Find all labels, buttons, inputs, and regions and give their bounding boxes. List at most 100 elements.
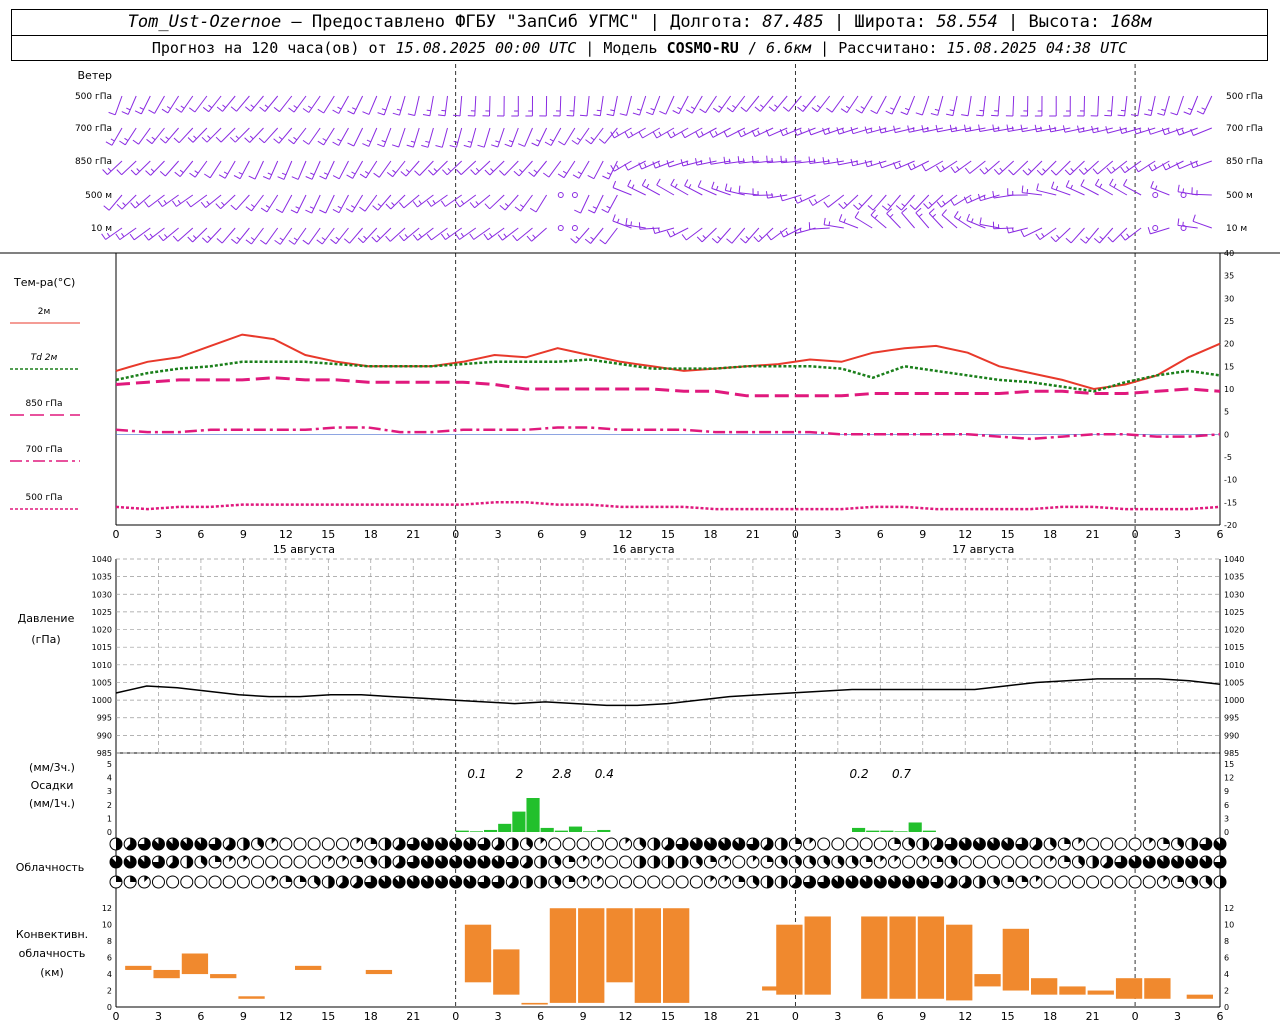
conv-ytick-left-2: 8 [107,937,112,946]
conv-bar-10 [549,908,577,1003]
pres-ytick-left-7: 1005 [92,678,112,687]
wind-barb-3-77 [1191,187,1212,196]
pres-ytick-right-3: 1025 [1224,608,1244,617]
wind-level-right-0: 500 гПа [1226,92,1263,102]
cloud-symbol-2-5 [180,875,194,889]
wind-barb-0-51 [826,95,845,113]
wind-barb-3-12 [275,194,293,214]
conv-label-3: (км) [40,966,64,979]
pres-ytick-left-3: 1025 [92,608,112,617]
cloud-symbol-0-51 [831,837,845,851]
wind-barb-1-13 [287,127,307,145]
pres-axis-label: Давление [18,612,75,625]
wind-barb-1-21 [406,127,420,148]
cloud-fill-1-37 [639,856,646,868]
wind-barb-3-63 [992,191,1014,199]
cloud-symbol-1-14 [307,855,321,869]
wind-barb-0-32 [566,95,576,117]
conv-xtick-11: 9 [580,1010,587,1023]
precip-bar-1 [469,831,483,832]
wind-barb-0-58 [930,95,944,116]
conv-xtick-23: 21 [1086,1010,1100,1023]
wind-barb-1-1 [119,127,137,146]
wind-barb-1-20 [391,127,406,148]
wind-barb-1-72 [1119,126,1142,134]
cloud-fill-0-47 [781,838,788,850]
wind-barb-4-16 [330,227,349,245]
cloud-symbol-1-64 [1015,855,1029,869]
wind-barb-2-8 [218,160,236,179]
conv-ytick-right-3: 6 [1224,954,1229,963]
wind-level-right-3: 500 м [1226,191,1253,201]
pres-ytick-right-5: 1015 [1224,643,1244,652]
cloud-fill-2-30 [540,876,547,888]
wind-barb-3-43 [711,181,731,196]
cloud-symbol-1-10 [251,855,265,869]
temp-ytick-3: 25 [1224,317,1234,326]
wind-level-left-4: 10 м [91,224,112,234]
wind-barb-3-61 [963,194,986,204]
precip-total-1: 2 [516,767,524,781]
wind-barb-3-76 [1177,184,1198,196]
cloud-fill-0-19 [384,838,391,851]
cloud-fill-2-75 [1177,876,1184,882]
conv-ytick-right-0: 12 [1224,904,1234,913]
cloud-symbol-0-33 [576,837,590,851]
wind-barb-2-5 [174,160,194,177]
wind-barb-3-17 [345,194,364,213]
wind-barb-1-34 [585,127,604,145]
wind-barb-3-30 [529,194,548,213]
wind-barb-3-65 [1021,185,1043,196]
wind-barb-0-13 [288,95,307,113]
wind-barb-0-53 [855,95,873,114]
cloud-fill-2-15 [328,876,335,888]
wind-barb-0-16 [332,95,349,114]
pres-ytick-right-2: 1030 [1224,590,1244,599]
pres-ytick-right-7: 1005 [1224,678,1244,687]
temp-ytick-8: 0 [1224,430,1229,439]
conv-bar-18 [861,916,888,999]
cloud-symbol-0-50 [817,837,831,851]
cloud-symbol-0-12 [279,837,293,851]
pres-ytick-left-6: 1010 [92,661,112,670]
wind-barb-1-25 [463,127,477,148]
conv-xtick-22: 18 [1043,1010,1057,1023]
cloud-fill-0-74 [1163,838,1170,844]
wind-barb-3-69 [1080,179,1099,196]
conv-ytick-left-0: 12 [102,904,112,913]
wind-barb-4-47 [766,227,788,241]
temp-ytick-7: 5 [1224,408,1229,417]
cloud-fill-1-42 [710,856,717,862]
wind-barb-2-54 [864,159,887,168]
wind-barb-3-15 [319,194,335,214]
cloud-symbol-0-14 [307,837,321,851]
temp-ytick-4: 20 [1224,340,1234,349]
wind-barb-1-22 [421,127,434,148]
wind-barb-1-23 [435,127,448,148]
cloud-symbol-0-34 [590,837,604,851]
wind-barb-0-41 [685,95,703,114]
conv-xtick-16: 0 [792,1010,799,1023]
wind-barb-0-23 [438,95,448,117]
conv-xtick-14: 18 [703,1010,717,1023]
prec-ytick-right-5: 15 [1224,760,1234,769]
precip-total-0: 0.1 [467,767,486,781]
conv-bar-9 [521,1002,548,1005]
conv-xtick-10: 6 [537,1010,544,1023]
pres-ytick-left-1: 1035 [92,573,112,582]
cloud-symbol-2-69 [1086,875,1100,889]
cloud-fill-1-53 [866,856,873,862]
cloud-symbol-1-56 [902,855,916,869]
conv-xtick-8: 0 [452,1010,459,1023]
wind-barb-2-34 [587,160,604,180]
temp-legend-label-0: 2м [38,307,51,317]
wind-barb-0-3 [148,95,165,114]
wind-barb-0-27 [496,95,505,117]
cloud-fill-0-48 [795,838,802,844]
precip-bar-0 [455,830,469,832]
cloud-symbol-2-9 [236,875,250,889]
temp-xtick-24: 0 [1132,528,1139,541]
pres-ytick-right-6: 1010 [1224,661,1244,670]
temp-xtick-1: 3 [155,528,162,541]
prec-ytick-right-2: 6 [1224,801,1229,810]
